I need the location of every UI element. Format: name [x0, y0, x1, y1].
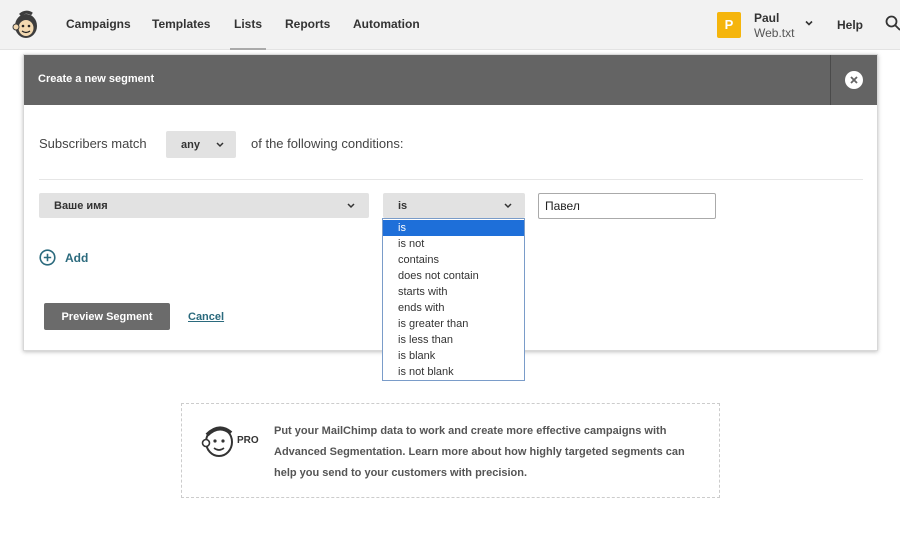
mailchimp-logo	[201, 426, 233, 457]
chevron-down-icon	[216, 142, 224, 148]
condition-value-input[interactable]	[538, 193, 716, 219]
condition-field-select[interactable]: Ваше имя	[39, 193, 369, 218]
pro-badge: PRO	[237, 435, 259, 446]
match-label: Subscribers match	[39, 136, 147, 151]
condition-operator-select[interactable]: is	[383, 193, 525, 218]
operator-option[interactable]: is blank	[383, 348, 524, 364]
operator-option[interactable]: starts with	[383, 284, 524, 300]
close-button[interactable]	[845, 71, 863, 89]
chevron-down-icon	[504, 203, 512, 209]
modal-title: Create a new segment	[38, 73, 155, 85]
close-icon	[850, 76, 858, 84]
header-divider	[830, 55, 831, 105]
match-select-value: any	[181, 139, 200, 151]
user-account[interactable]: Web.txt	[754, 26, 794, 40]
chevron-down-icon[interactable]	[804, 18, 814, 28]
match-select[interactable]: any	[166, 131, 236, 158]
add-condition-link[interactable]: Add	[65, 251, 88, 265]
avatar[interactable]: P	[717, 12, 741, 38]
condition-field-value: Ваше имя	[54, 200, 108, 212]
nav-templates[interactable]: Templates	[152, 17, 210, 31]
divider	[39, 179, 863, 180]
add-circle-icon[interactable]	[39, 249, 56, 266]
operator-option[interactable]: is not blank	[383, 364, 524, 380]
promo-box: PRO Put your MailChimp data to work and …	[181, 403, 720, 498]
condition-operator-value: is	[398, 200, 408, 212]
cancel-link[interactable]: Cancel	[188, 311, 224, 323]
nav-automation[interactable]: Automation	[353, 17, 420, 31]
operator-option[interactable]: is less than	[383, 332, 524, 348]
operator-option[interactable]: contains	[383, 252, 524, 268]
operator-option[interactable]: is not	[383, 236, 524, 252]
promo-text: Put your MailChimp data to work and crea…	[274, 425, 685, 479]
nav-reports[interactable]: Reports	[285, 17, 330, 31]
search-icon[interactable]	[885, 15, 900, 31]
operator-option[interactable]: is greater than	[383, 316, 524, 332]
operator-option[interactable]: is	[383, 220, 524, 236]
operator-dropdown-list[interactable]: is is not contains does not contain starts w…	[382, 218, 525, 381]
operator-option[interactable]: ends with	[383, 300, 524, 316]
nav-lists[interactable]: Lists	[229, 17, 267, 50]
operator-option[interactable]: does not contain	[383, 268, 524, 284]
preview-segment-button[interactable]: Preview Segment	[44, 303, 170, 330]
chevron-down-icon	[347, 203, 355, 209]
mailchimp-logo[interactable]	[10, 9, 42, 41]
modal-header: Create a new segment	[24, 55, 877, 105]
user-name[interactable]: Paul	[754, 11, 779, 25]
top-navigation: Campaigns Templates Lists Reports Automa…	[0, 0, 900, 50]
match-suffix: of the following conditions:	[251, 136, 404, 151]
help-link[interactable]: Help	[837, 18, 863, 32]
nav-campaigns[interactable]: Campaigns	[66, 17, 131, 31]
